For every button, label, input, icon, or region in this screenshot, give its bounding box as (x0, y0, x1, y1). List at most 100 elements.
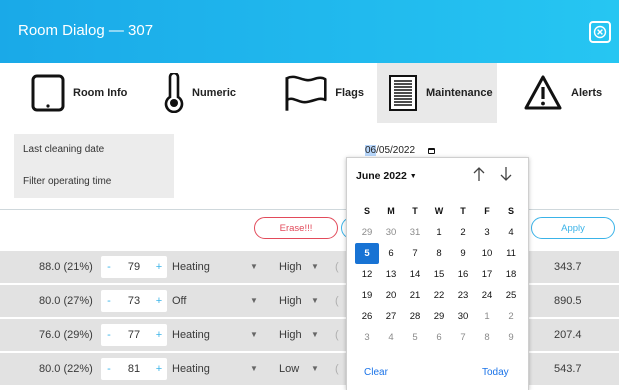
setpoint-stepper[interactable]: - 77 + (101, 324, 167, 346)
chevron-down-icon[interactable]: ▼ (250, 319, 258, 351)
calendar-day[interactable]: 24 (475, 285, 499, 306)
calendar-day[interactable]: 15 (427, 264, 451, 285)
thermometer-icon (164, 73, 184, 113)
mode-select[interactable]: Off (172, 285, 186, 317)
calendar-day[interactable]: 9 (451, 243, 475, 264)
calendar-day[interactable]: 16 (451, 264, 475, 285)
calendar-day[interactable]: 18 (499, 264, 523, 285)
calendar-day[interactable]: 8 (427, 243, 451, 264)
arrow-up-icon[interactable] (472, 166, 486, 182)
month-year-label[interactable]: June 2022 (356, 170, 407, 182)
clear-button[interactable]: Clear (364, 367, 388, 378)
calendar-day[interactable]: 23 (451, 285, 475, 306)
last-cleaning-date-input[interactable]: 06/05/2022 (365, 145, 436, 156)
calendar-day[interactable]: 28 (403, 306, 427, 327)
tab-room-info[interactable]: Room Info (31, 63, 141, 123)
calendar-day[interactable]: 3 (355, 327, 379, 348)
fan-select[interactable]: High (279, 285, 302, 317)
calendar-day[interactable]: 7 (403, 243, 427, 264)
calendar-day[interactable]: 14 (403, 264, 427, 285)
calendar-day[interactable]: 1 (427, 222, 451, 243)
fan-select[interactable]: High (279, 251, 302, 283)
flow-value: 76.0 (29%) (39, 329, 93, 341)
calendar-day[interactable]: 1 (475, 306, 499, 327)
calendar-day[interactable]: 31 (403, 222, 427, 243)
calendar-day[interactable]: 22 (427, 285, 451, 306)
setpoint-value[interactable]: 81 (117, 353, 151, 385)
increment-button[interactable]: + (151, 285, 167, 317)
calendar-day[interactable]: 11 (499, 243, 523, 264)
calendar-day[interactable]: 29 (427, 306, 451, 327)
tablet-icon (31, 74, 65, 112)
calendar-icon[interactable] (428, 147, 436, 154)
date-month-segment[interactable]: 06 (365, 145, 377, 156)
calendar-day[interactable]: 6 (379, 243, 403, 264)
chevron-down-icon[interactable]: ▼ (311, 251, 319, 283)
calendar-week: 5 6 7 8 9 10 11 (355, 243, 523, 264)
calendar-day[interactable]: 4 (379, 327, 403, 348)
today-button[interactable]: Today (482, 367, 509, 378)
calendar-day[interactable]: 29 (355, 222, 379, 243)
calendar-day[interactable]: 30 (451, 306, 475, 327)
calendar-day[interactable]: 13 (379, 264, 403, 285)
decrement-button[interactable]: - (101, 353, 117, 385)
calendar-day[interactable]: 2 (499, 306, 523, 327)
setpoint-stepper[interactable]: - 73 + (101, 290, 167, 312)
decrement-button[interactable]: - (101, 285, 117, 317)
tab-maintenance[interactable]: Maintenance (377, 63, 497, 123)
chevron-down-icon[interactable]: ▼ (311, 353, 319, 385)
calendar-day[interactable]: 21 (403, 285, 427, 306)
calendar-day[interactable]: 9 (499, 327, 523, 348)
calendar-day[interactable]: 5 (403, 327, 427, 348)
fan-select[interactable]: High (279, 319, 302, 351)
calendar-day[interactable]: 26 (355, 306, 379, 327)
calendar-day[interactable]: 12 (355, 264, 379, 285)
increment-button[interactable]: + (151, 353, 167, 385)
chevron-down-icon[interactable]: ▼ (250, 251, 258, 283)
chevron-down-icon[interactable]: ▼ (311, 319, 319, 351)
calendar-day[interactable]: 10 (475, 243, 499, 264)
tab-alerts[interactable]: Alerts (523, 63, 619, 123)
chevron-down-icon[interactable]: ▼ (250, 353, 258, 385)
calendar-day[interactable]: 4 (499, 222, 523, 243)
apply-button[interactable]: Apply (531, 217, 615, 239)
month-year-select[interactable]: June 2022 ▼ (356, 170, 417, 182)
calendar-day[interactable]: 7 (451, 327, 475, 348)
calendar-day-selected[interactable]: 5 (355, 243, 379, 264)
calendar-day[interactable]: 30 (379, 222, 403, 243)
erase-button[interactable]: Erase!!! (254, 217, 338, 239)
caret-down-icon[interactable]: ▼ (410, 173, 417, 180)
date-rest-segment[interactable]: /05/2022 (376, 145, 415, 156)
setpoint-value[interactable]: 73 (117, 285, 151, 317)
mode-select[interactable]: Heating (172, 353, 210, 385)
calendar-day[interactable]: 2 (451, 222, 475, 243)
calendar-day[interactable]: 27 (379, 306, 403, 327)
decrement-button[interactable]: - (101, 251, 117, 283)
chevron-down-icon[interactable]: ▼ (311, 285, 319, 317)
increment-button[interactable]: + (151, 251, 167, 283)
reading-value: 207.4 (554, 329, 582, 341)
setpoint-value[interactable]: 79 (117, 251, 151, 283)
calendar-day[interactable]: 17 (475, 264, 499, 285)
mode-select[interactable]: Heating (172, 251, 210, 283)
increment-button[interactable]: + (151, 319, 167, 351)
mode-select[interactable]: Heating (172, 319, 210, 351)
calendar-day[interactable]: 3 (475, 222, 499, 243)
setpoint-stepper[interactable]: - 79 + (101, 256, 167, 278)
arrow-down-icon[interactable] (499, 166, 513, 182)
calendar-day[interactable]: 25 (499, 285, 523, 306)
calendar-day[interactable]: 8 (475, 327, 499, 348)
tab-flags[interactable]: Flags (284, 63, 364, 123)
setpoint-stepper[interactable]: - 81 + (101, 358, 167, 380)
calendar-day[interactable]: 6 (427, 327, 451, 348)
fan-select[interactable]: Low (279, 353, 299, 385)
room-dialog: Room Dialog — 307 Room Info Numeric Flag… (0, 0, 619, 390)
calendar-day[interactable]: 20 (379, 285, 403, 306)
calendar-day[interactable]: 19 (355, 285, 379, 306)
close-button[interactable] (589, 21, 611, 43)
close-icon (593, 25, 607, 39)
decrement-button[interactable]: - (101, 319, 117, 351)
tab-numeric[interactable]: Numeric (164, 63, 254, 123)
chevron-down-icon[interactable]: ▼ (250, 285, 258, 317)
setpoint-value[interactable]: 77 (117, 319, 151, 351)
